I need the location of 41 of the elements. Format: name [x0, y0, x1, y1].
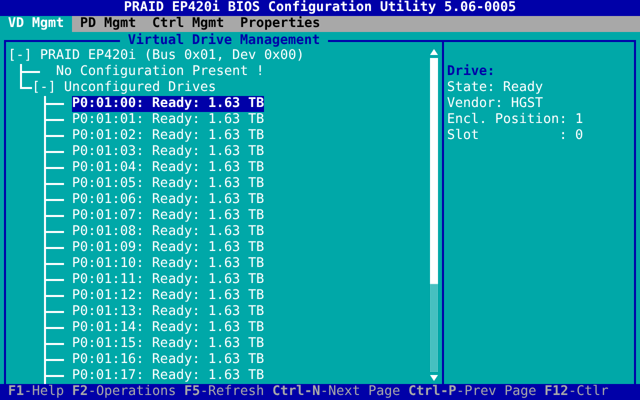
- tree-item[interactable]: P0:01:12: Ready: 1.63 TB: [72, 288, 264, 304]
- tree-item[interactable]: P0:01:13: Ready: 1.63 TB: [72, 304, 264, 320]
- tree-item[interactable]: P0:01:01: Ready: 1.63 TB: [72, 112, 264, 128]
- detail-line: State: Ready: [447, 80, 544, 96]
- tree-item[interactable]: P0:01:06: Ready: 1.63 TB: [72, 192, 264, 208]
- tree-item[interactable]: P0:01:15: Ready: 1.63 TB: [72, 336, 264, 352]
- tree-item[interactable]: [-] Unconfigured Drives: [32, 80, 216, 96]
- tree-item[interactable]: P0:01:14: Ready: 1.63 TB: [72, 320, 264, 336]
- tree-item[interactable]: P0:01:08: Ready: 1.63 TB: [72, 224, 264, 240]
- panel-title: Virtual Drive Management: [120, 33, 328, 49]
- status-hint: Ctrl-P-Prev Page: [408, 384, 536, 400]
- tree-item[interactable]: P0:01:02: Ready: 1.63 TB: [72, 128, 264, 144]
- tree-item[interactable]: No Configuration Present !: [56, 64, 264, 80]
- tab[interactable]: VD Mgmt: [0, 16, 72, 32]
- tree-item[interactable]: P0:01:17: Ready: 1.63 TB: [72, 368, 264, 384]
- scroll-up-icon[interactable]: [430, 48, 438, 56]
- status-hint: F5-Refresh: [184, 384, 264, 400]
- tree-item[interactable]: P0:01:16: Ready: 1.63 TB: [72, 352, 264, 368]
- tree-item[interactable]: P0:01:09: Ready: 1.63 TB: [72, 240, 264, 256]
- tree-item[interactable]: P0:01:05: Ready: 1.63 TB: [72, 176, 264, 192]
- scrollbar-thumb[interactable]: [430, 58, 438, 284]
- detail-line: Vendor: HGST: [447, 96, 544, 112]
- detail-line: Encl. Position: 1: [447, 112, 584, 128]
- tree-item[interactable]: P0:01:11: Ready: 1.63 TB: [72, 272, 264, 288]
- tab[interactable]: Ctrl Mgmt: [144, 16, 232, 32]
- tab[interactable]: PD Mgmt: [72, 16, 144, 32]
- tree-item[interactable]: P0:01:04: Ready: 1.63 TB: [72, 160, 264, 176]
- tree-item[interactable]: P0:01:03: Ready: 1.63 TB: [72, 144, 264, 160]
- detail-line: Slot : 0: [447, 128, 584, 144]
- status-hint: Ctrl-N-Next Page: [272, 384, 400, 400]
- tree-item[interactable]: P0:01:00: Ready: 1.63 TB: [72, 96, 264, 112]
- tree-item[interactable]: P0:01:10: Ready: 1.63 TB: [72, 256, 264, 272]
- tab[interactable]: Properties: [232, 16, 328, 32]
- tree-item[interactable]: [-] PRAID EP420i (Bus 0x01, Dev 0x00): [8, 48, 304, 64]
- window-title: PRAID EP420i BIOS Configuration Utility 5.06-0005: [124, 0, 516, 15]
- status-hint: F2-Operations: [72, 384, 176, 400]
- status-hint: F12-Ctlr: [544, 384, 608, 400]
- tree-item[interactable]: P0:01:07: Ready: 1.63 TB: [72, 208, 264, 224]
- detail-heading: Drive:: [447, 64, 496, 80]
- scroll-down-icon[interactable]: [430, 374, 438, 382]
- status-hint: F1-Help: [8, 384, 64, 400]
